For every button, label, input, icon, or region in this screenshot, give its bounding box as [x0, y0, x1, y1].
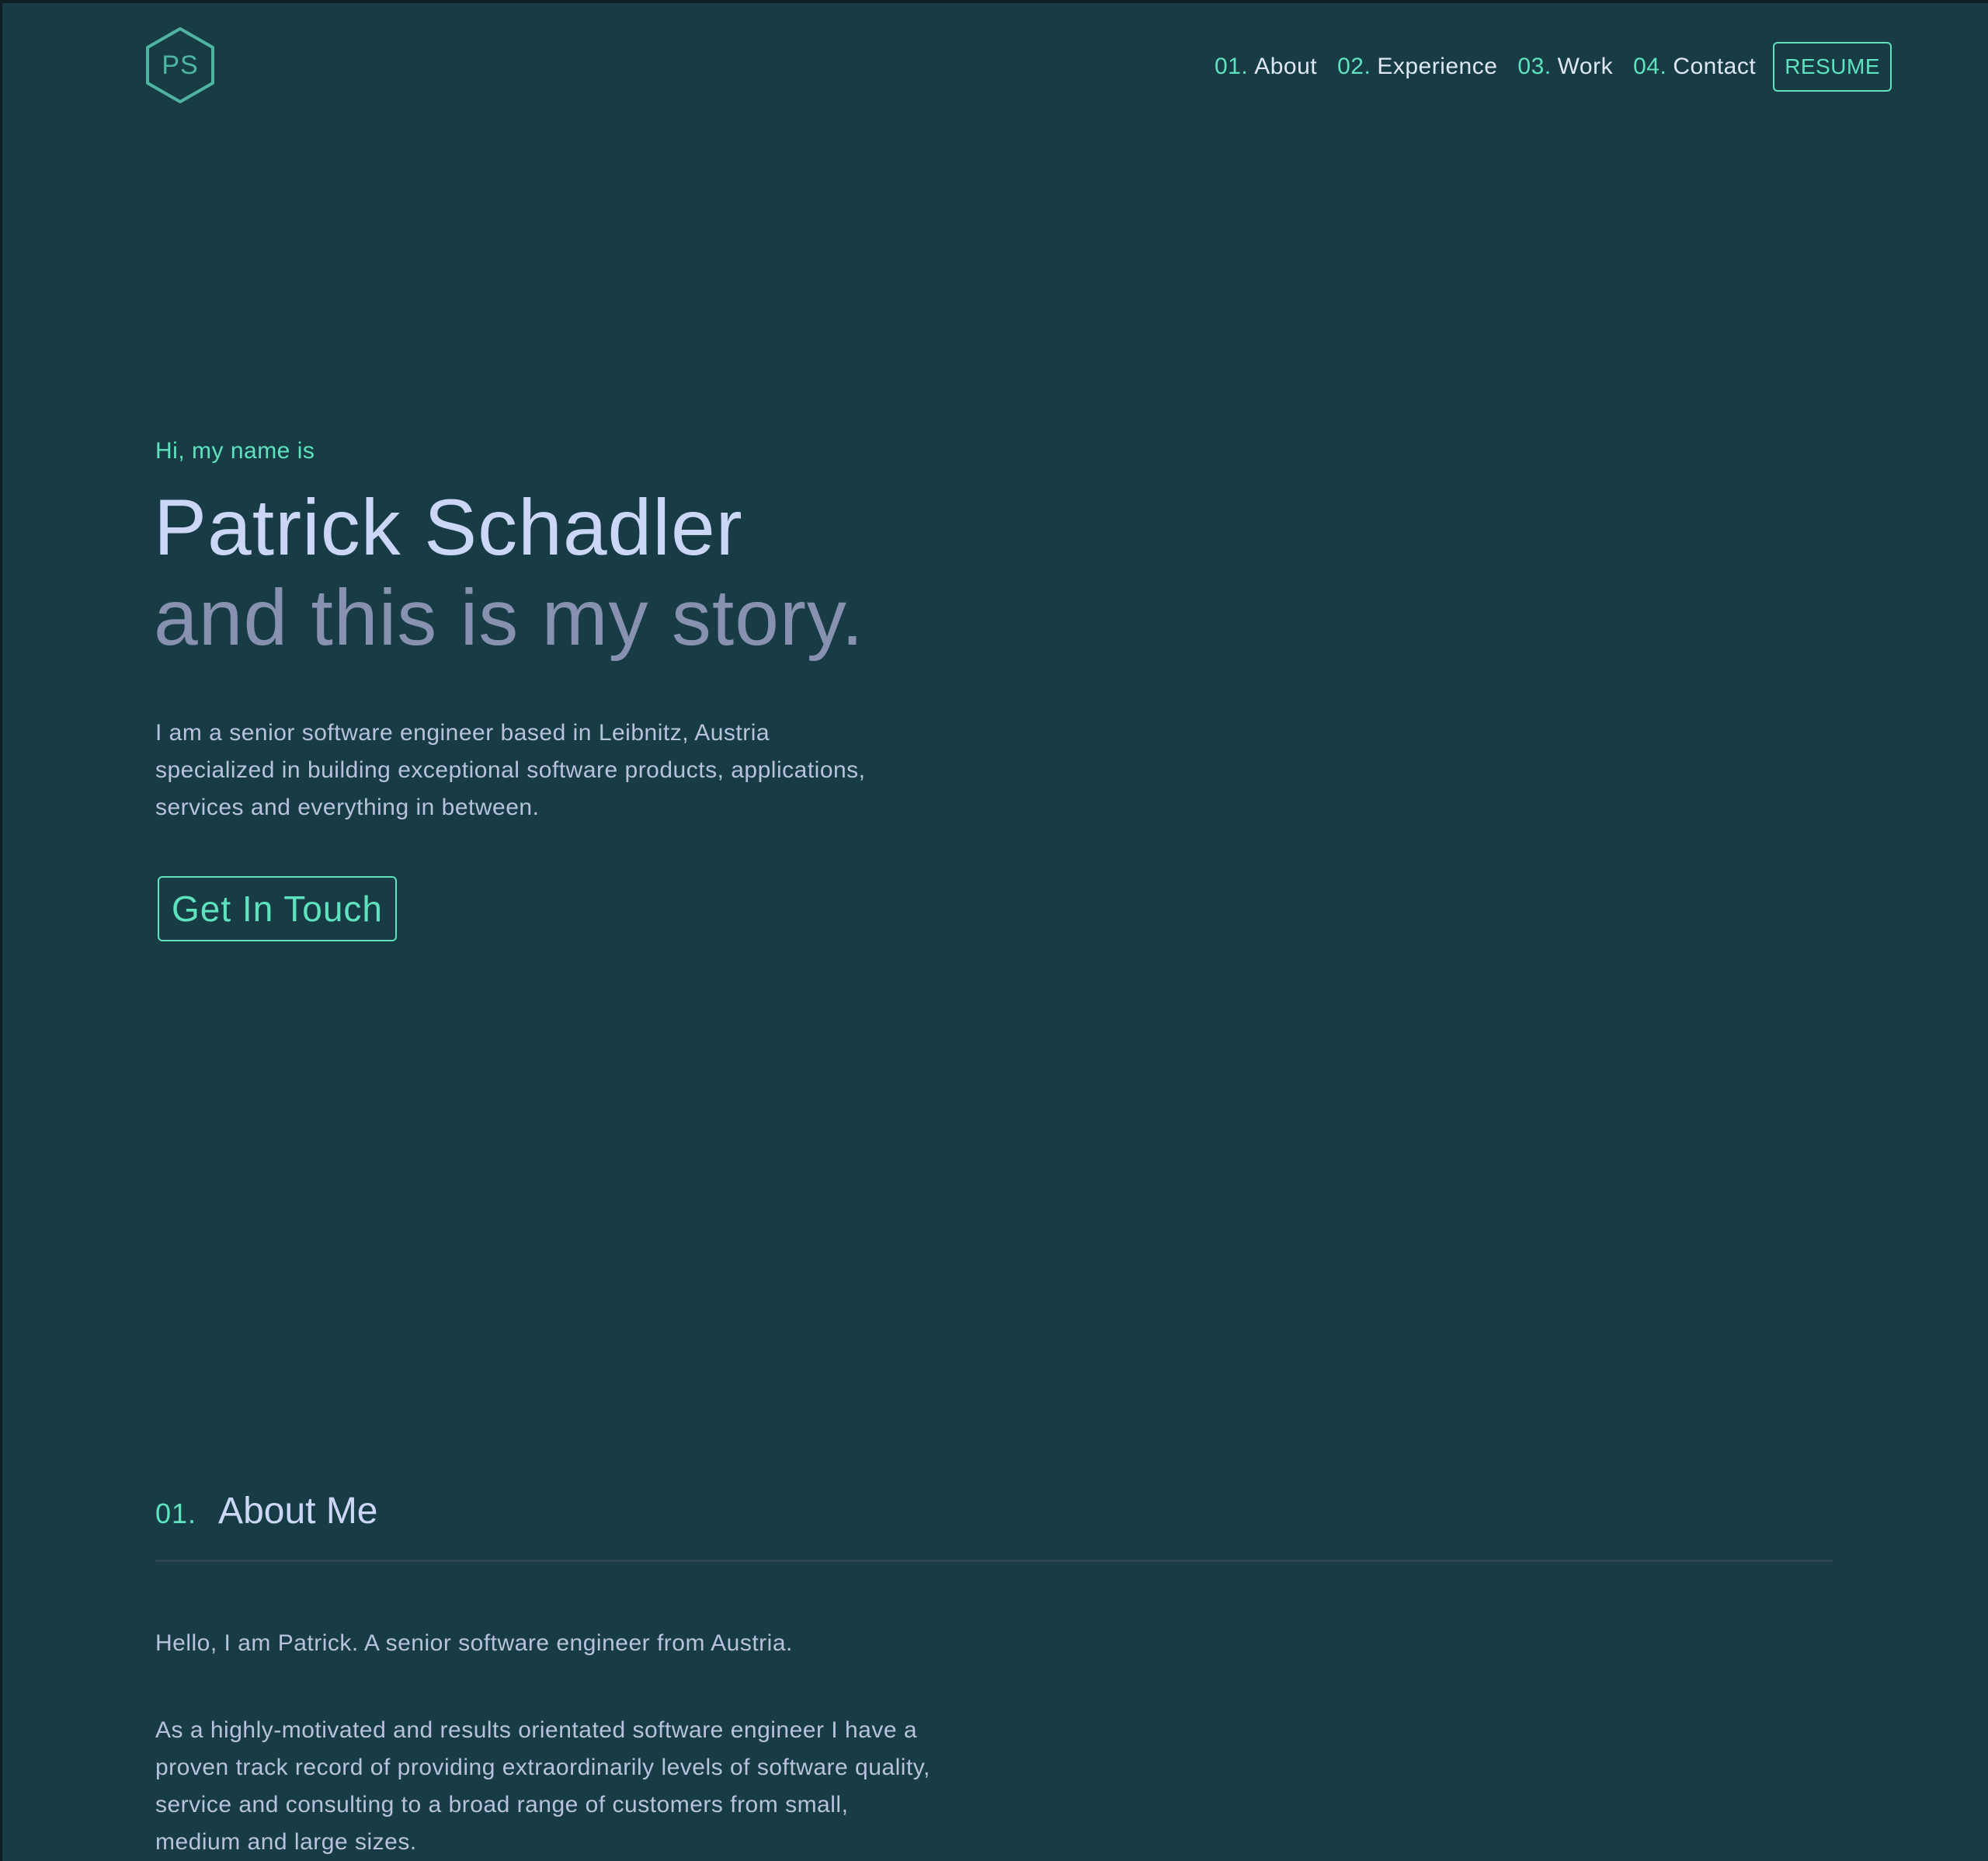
- about-paragraph: As a highly-motivated and results orient…: [155, 1717, 930, 1855]
- nav-item-experience[interactable]: 02. Experience: [1337, 54, 1497, 80]
- nav-item-number: 03.: [1517, 54, 1552, 79]
- nav-item-label: About: [1254, 54, 1318, 79]
- nav-item-number: 02.: [1337, 54, 1371, 79]
- nav-item-about[interactable]: 01. About: [1215, 54, 1317, 80]
- nav-item-number: 01.: [1214, 54, 1249, 79]
- section-number: 01.: [155, 1497, 197, 1529]
- nav-item-label: Contact: [1673, 54, 1757, 79]
- hero-intro: Hi, my name is: [155, 438, 315, 464]
- about-paragraph: Hello, I am Patrick. A senior software e…: [155, 1630, 793, 1656]
- section-divider: [155, 1560, 1833, 1562]
- nav-item-work[interactable]: 03. Work: [1517, 54, 1613, 80]
- site-logo[interactable]: PS: [144, 26, 216, 104]
- hero-tagline: and this is my story.: [154, 573, 864, 662]
- main-nav: 01. About 02. Experience 03. Work 04. Co…: [1194, 42, 1892, 92]
- top-border: [0, 0, 1988, 3]
- hero-name: Patrick Schadler: [154, 483, 743, 572]
- section-heading: 01. About Me: [155, 1490, 378, 1532]
- nav-item-number: 04.: [1633, 54, 1667, 79]
- logo-text: PS: [162, 50, 199, 80]
- left-border: [0, 0, 2, 1861]
- nav-item-contact[interactable]: 04. Contact: [1633, 54, 1756, 80]
- get-in-touch-button[interactable]: Get In Touch: [158, 876, 397, 941]
- resume-button[interactable]: RESUME: [1773, 42, 1892, 92]
- nav-item-label: Work: [1557, 54, 1614, 79]
- hero-description: I am a senior software engineer based in…: [155, 720, 866, 820]
- section-title: About Me: [218, 1491, 378, 1532]
- nav-item-label: Experience: [1377, 54, 1498, 79]
